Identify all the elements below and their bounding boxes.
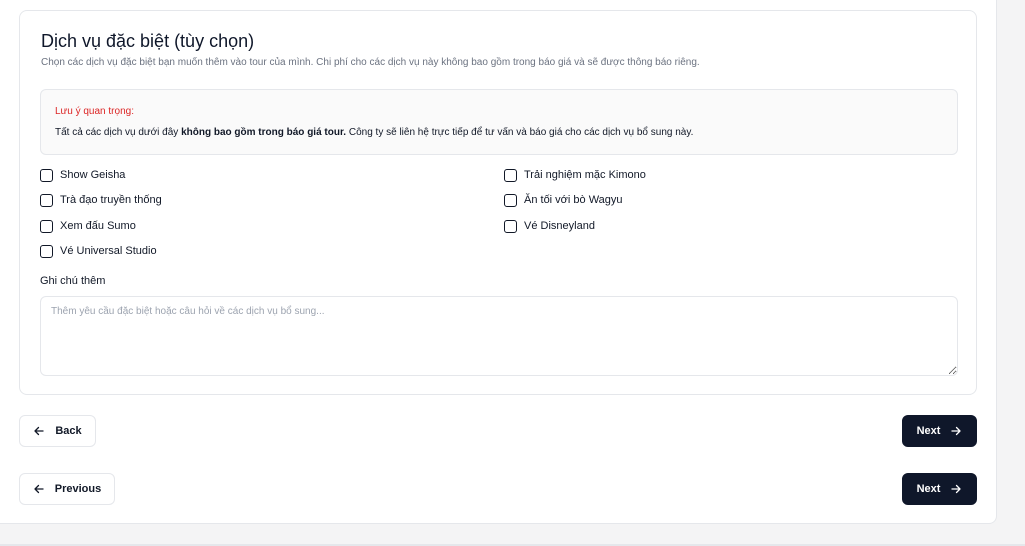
checkbox[interactable]: [40, 193, 53, 207]
checkbox[interactable]: [40, 168, 53, 182]
option-label: Vé Disneyland: [524, 220, 595, 232]
notes-label: Ghi chú thêm: [40, 275, 106, 287]
next-step-button[interactable]: Next: [902, 473, 977, 505]
back-button[interactable]: Back: [19, 415, 96, 447]
option-label: Vé Universal Studio: [60, 245, 157, 257]
option-label: Ăn tối với bò Wagyu: [524, 194, 623, 206]
option-label: Xem đấu Sumo: [60, 220, 136, 232]
option-tea-ceremony[interactable]: Trà đạo truyền thống: [40, 192, 162, 208]
previous-button-label: Previous: [54, 483, 102, 495]
notice-text-bold: không bao gồm trong báo giá tour.: [181, 127, 347, 138]
next-button-label: Next: [916, 425, 941, 437]
important-notice: Lưu ý quan trọng: Tất cả các dịch vụ dướ…: [40, 89, 958, 155]
previous-button[interactable]: Previous: [19, 473, 115, 505]
special-services-section: Dịch vụ đặc biệt (tùy chọn) Chọn các dịc…: [19, 10, 977, 395]
notice-text-after: Công ty sẽ liên hệ trực tiếp để tư vấn v…: [346, 127, 694, 138]
option-disneyland[interactable]: Vé Disneyland: [504, 218, 595, 234]
notice-title: Lưu ý quan trọng:: [55, 106, 134, 117]
checkbox[interactable]: [504, 219, 517, 233]
option-show-geisha[interactable]: Show Geisha: [40, 167, 125, 183]
option-kimono[interactable]: Trải nghiệm mặc Kimono: [504, 167, 646, 183]
section-title: Dịch vụ đặc biệt (tùy chọn): [41, 31, 255, 51]
notice-text: Tất cả các dịch vụ dưới đây không bao gồ…: [55, 127, 693, 138]
option-label: Trà đạo truyền thống: [60, 194, 162, 206]
option-label: Trải nghiệm mặc Kimono: [524, 169, 646, 181]
arrow-right-icon: [950, 425, 962, 437]
checkbox[interactable]: [504, 193, 517, 207]
checkbox[interactable]: [40, 219, 53, 233]
arrow-right-icon: [950, 483, 962, 495]
next-step-button-label: Next: [916, 483, 941, 495]
option-universal-studio[interactable]: Vé Universal Studio: [40, 243, 157, 259]
option-sumo[interactable]: Xem đấu Sumo: [40, 218, 136, 234]
arrow-left-icon: [33, 425, 45, 437]
section-description: Chọn các dịch vụ đặc biệt bạn muốn thêm …: [41, 57, 700, 68]
option-wagyu-dinner[interactable]: Ăn tối với bò Wagyu: [504, 192, 623, 208]
arrow-left-icon: [33, 483, 45, 495]
notes-textarea[interactable]: [40, 296, 958, 376]
back-button-label: Back: [55, 425, 82, 437]
checkbox[interactable]: [40, 244, 53, 258]
option-label: Show Geisha: [60, 169, 126, 181]
next-button[interactable]: Next: [902, 415, 977, 447]
notice-text-before: Tất cả các dịch vụ dưới đây: [55, 127, 182, 138]
checkbox[interactable]: [504, 168, 517, 182]
